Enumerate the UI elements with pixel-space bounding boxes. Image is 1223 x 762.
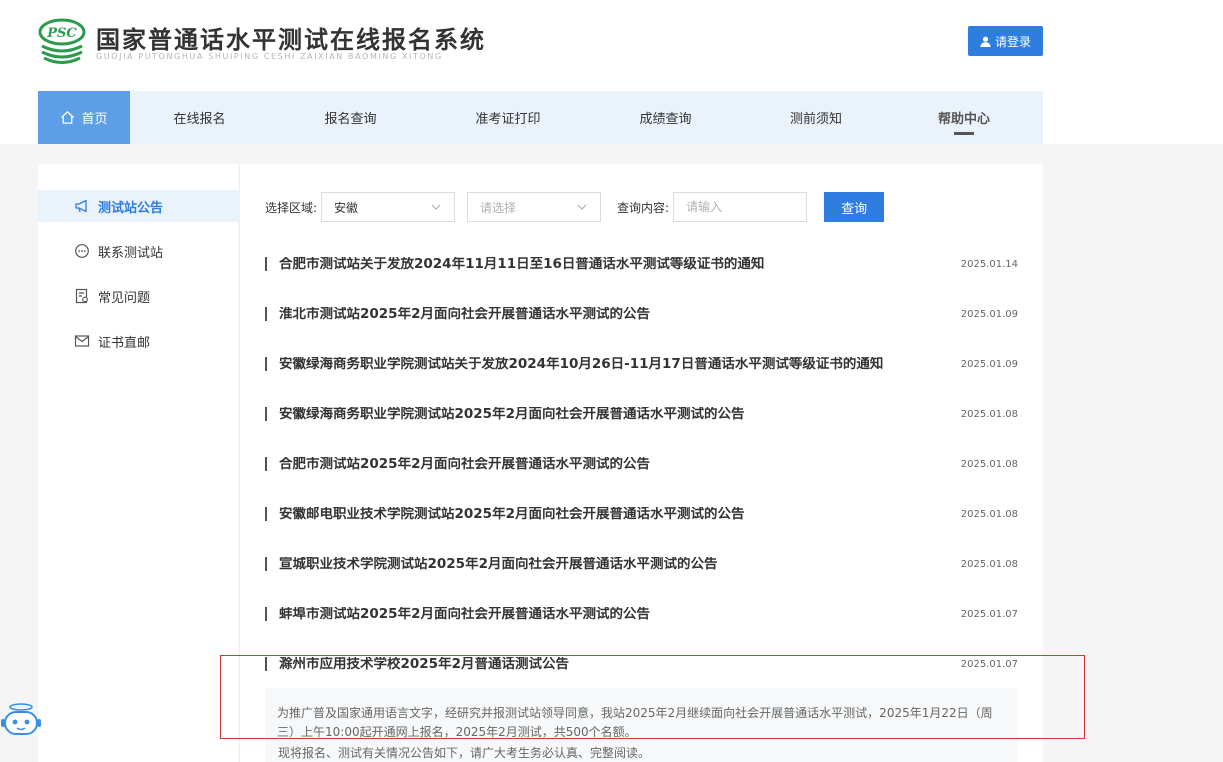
announcement-date: 2025.01.09 (960, 308, 1018, 320)
nav-item-home[interactable]: 首页 (38, 91, 130, 144)
nav-item-admission-ticket[interactable]: 准考证打印 (432, 91, 584, 144)
announcement-date: 2025.01.07 (960, 658, 1018, 670)
login-label: 请登录 (994, 34, 1031, 49)
login-button[interactable]: 请登录 (968, 26, 1043, 56)
nav-label-score-query: 成绩查询 (639, 112, 692, 127)
nav-label-online-registration: 在线报名 (173, 112, 226, 127)
announcement-date: 2025.01.08 (960, 408, 1018, 420)
megaphone-icon (75, 199, 87, 213)
nav-label-pretest-notice: 测前须知 (789, 112, 842, 127)
sidebar-label-contact-station: 联系测试站 (98, 245, 164, 261)
nav-label-home: 首页 (81, 112, 108, 127)
announcement-title: 蚌埠市测试站2025年2月面向社会开展普通话水平测试的公告 (265, 607, 650, 621)
announcement-date: 2025.01.09 (960, 358, 1018, 370)
announcement-item[interactable]: 蚌埠市测试站2025年2月面向社会开展普通话水平测试的公告 2025.01.07 (265, 603, 1018, 625)
province-select[interactable]: 安徽 (321, 192, 456, 222)
announcement-title: 合肥市测试站2025年2月面向社会开展普通话水平测试的公告 (265, 457, 650, 471)
announcement-title: 安徽邮电职业技术学院测试站2025年2月面向社会开展普通话水平测试的公告 (265, 507, 744, 521)
faq-icon (75, 288, 88, 304)
home-icon (60, 110, 75, 125)
announcement-date: 2025.01.08 (960, 558, 1018, 570)
announcement-title: 宣城职业技术学院测试站2025年2月面向社会开展普通话水平测试的公告 (265, 557, 717, 571)
announcement-item[interactable]: 安徽邮电职业技术学院测试站2025年2月面向社会开展普通话水平测试的公告 202… (265, 503, 1018, 525)
region-label: 选择区域: (265, 200, 318, 215)
chevron-down-icon (431, 204, 441, 210)
announcement-date: 2025.01.07 (960, 608, 1018, 620)
announcement-date: 2025.01.14 (960, 258, 1018, 270)
nav-item-pretest-notice[interactable]: 测前须知 (747, 91, 885, 144)
announcement-item[interactable]: 宣城职业技术学院测试站2025年2月面向社会开展普通话水平测试的公告 2025.… (265, 553, 1018, 575)
city-placeholder: 请选择 (480, 200, 517, 215)
sidebar-item-contact-station[interactable]: 联系测试站 (38, 235, 240, 267)
sidebar-label-faq: 常见问题 (98, 290, 151, 306)
announcement-item[interactable]: 合肥市测试站2025年2月面向社会开展普通话水平测试的公告 2025.01.08 (265, 453, 1018, 475)
summary-second-line: 现将报名、测试有关情况公告如下，请广大考生务必认真、完整阅读。 (278, 746, 651, 760)
header: PSC 国家普通话水平测试在线报名系统 GUOJIA PUTONGHUA SHU… (0, 0, 1223, 144)
announcement-title: 合肥市测试站关于发放2024年11月11日至16日普通话水平测试等级证书的通知 (265, 257, 764, 271)
sidebar: 测试站公告 联系测试站 常见问题 证书直邮 (38, 164, 240, 762)
summary-text: 为推广普及国家通用语言文字，经研究并报测试站领导同意，我站2025年2月继续面向… (277, 706, 993, 739)
site-subtitle: GUOJIA PUTONGHUA SHUIPING CESHI ZAIXIAN … (96, 52, 443, 61)
city-select[interactable]: 请选择 (467, 192, 602, 222)
chevron-down-icon (577, 204, 587, 210)
nav-label-help-center: 帮助中心 (937, 112, 990, 127)
nav-item-online-registration[interactable]: 在线报名 (130, 91, 269, 144)
province-value: 安徽 (334, 200, 359, 215)
nav-item-registration-query[interactable]: 报名查询 (269, 91, 432, 144)
announcement-item[interactable]: 滁州市应用技术学校2025年2月普通话测试公告 2025.01.07 (265, 653, 1018, 675)
sidebar-item-announcements[interactable]: 测试站公告 (38, 190, 240, 222)
announcement-title: 滁州市应用技术学校2025年2月普通话测试公告 (265, 657, 569, 671)
psc-logo-icon: PSC (38, 18, 86, 64)
nav-item-help-center[interactable]: 帮助中心 (885, 91, 1043, 144)
sidebar-item-faq[interactable]: 常见问题 (38, 280, 240, 312)
chat-icon (75, 244, 89, 258)
announcement-item[interactable]: 安徽绿海商务职业学院测试站2025年2月面向社会开展普通话水平测试的公告 202… (265, 403, 1018, 425)
robot-icon (1, 703, 41, 735)
content-label: 查询内容: (617, 200, 670, 215)
sidebar-label-certificate-mail: 证书直邮 (98, 335, 151, 351)
user-icon (980, 36, 991, 47)
main-nav: 首页 在线报名 报名查询 准考证打印 成绩查询 测前须知 帮助中心 (38, 91, 1043, 144)
announcement-title: 淮北市测试站2025年2月面向社会开展普通话水平测试的公告 (265, 307, 650, 321)
logo-badge-text: PSC (46, 26, 77, 41)
query-button[interactable]: 查询 (824, 192, 885, 222)
sidebar-label-announcements: 测试站公告 (98, 200, 164, 216)
site-title: 国家普通话水平测试在线报名系统 (96, 25, 486, 54)
filter-bar: 选择区域: 安徽 请选择 查询内容: 查询 (265, 192, 885, 222)
nav-item-score-query[interactable]: 成绩查询 (584, 91, 747, 144)
site-logo[interactable]: PSC 国家普通话水平测试在线报名系统 GUOJIA PUTONGHUA SHU… (38, 16, 484, 68)
announcement-item[interactable]: 安徽绿海商务职业学院测试站关于发放2024年10月26日-11月17日普通话水平… (265, 353, 1018, 375)
announcement-date: 2025.01.08 (960, 458, 1018, 470)
content-search-input[interactable] (673, 192, 808, 222)
announcement-title: 安徽绿海商务职业学院测试站2025年2月面向社会开展普通话水平测试的公告 (265, 407, 744, 421)
nav-label-registration-query: 报名查询 (324, 112, 377, 127)
announcement-item[interactable]: 合肥市测试站关于发放2024年11月11日至16日普通话水平测试等级证书的通知 … (265, 253, 1018, 275)
content-panel: 测试站公告 联系测试站 常见问题 证书直邮 选择区域: 安徽 请选择 查询内容:… (38, 164, 1043, 762)
assistant-robot-button[interactable] (0, 700, 42, 742)
mail-icon (74, 335, 90, 347)
sidebar-item-certificate-mail[interactable]: 证书直邮 (38, 325, 240, 357)
nav-label-admission-ticket: 准考证打印 (475, 112, 541, 127)
announcement-title: 安徽绿海商务职业学院测试站关于发放2024年10月26日-11月17日普通话水平… (265, 357, 883, 371)
announcement-date: 2025.01.08 (960, 508, 1018, 520)
announcement-item[interactable]: 淮北市测试站2025年2月面向社会开展普通话水平测试的公告 2025.01.09 (265, 303, 1018, 325)
